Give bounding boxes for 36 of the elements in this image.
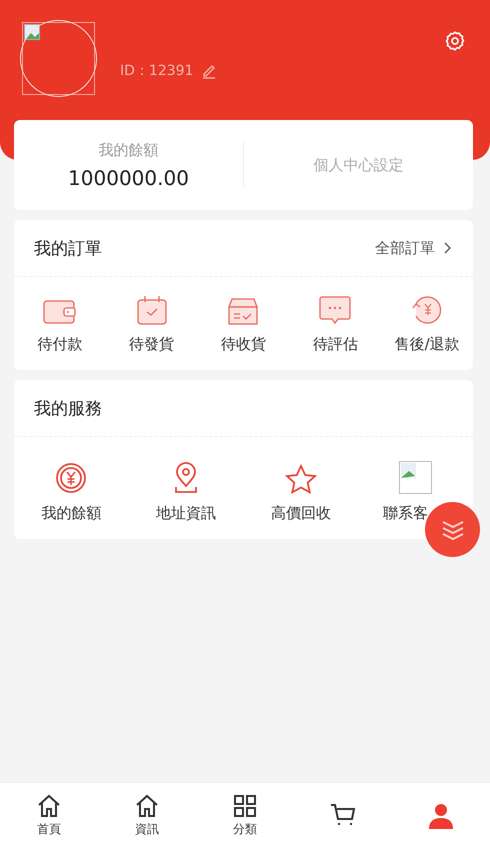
balance-amount: 1000000.00 [68, 166, 189, 190]
order-status-item[interactable]: 售後/退款 [381, 295, 473, 354]
home-icon [37, 794, 61, 818]
nav-tab[interactable]: 分類 [196, 783, 294, 849]
edit-icon[interactable] [201, 63, 218, 79]
all-orders-link[interactable]: 全部訂單 [375, 238, 453, 258]
section-title: 我的服務 [34, 398, 102, 420]
star-icon [284, 464, 317, 494]
wallet-icon [42, 299, 77, 325]
order-status-item[interactable]: 待收貨 [198, 295, 290, 354]
chevron-down-icon [440, 518, 466, 540]
broken-image-icon [24, 24, 40, 40]
box-icon [228, 297, 258, 325]
calendar-icon [136, 295, 168, 325]
user-id: ID：12391 [120, 62, 194, 80]
home-icon [135, 794, 159, 818]
user-icon [428, 803, 454, 829]
nav-tab[interactable]: 首頁 [0, 783, 98, 849]
broken-image-icon [399, 461, 432, 494]
service-item[interactable]: 高價回收 [244, 461, 358, 523]
refund-icon [411, 295, 444, 325]
balance-label: 我的餘額 [98, 140, 158, 160]
grid-icon [233, 794, 257, 818]
nav-tab[interactable]: 資訊 [98, 783, 196, 849]
service-item[interactable]: 地址資訊 [128, 461, 244, 523]
chat-icon [319, 295, 352, 325]
coin-icon [55, 462, 88, 494]
order-status-item[interactable]: 待發貨 [106, 295, 198, 354]
location-pin-icon [173, 462, 200, 494]
section-title: 我的訂單 [34, 238, 102, 260]
avatar-image[interactable] [22, 22, 95, 95]
settings-icon[interactable] [444, 30, 466, 52]
order-status-item[interactable]: 待付款 [14, 295, 106, 354]
order-status-item[interactable]: 待評估 [289, 295, 382, 354]
service-item[interactable]: 我的餘額 [14, 461, 129, 523]
service-item[interactable]: 聯系客 [358, 461, 473, 523]
